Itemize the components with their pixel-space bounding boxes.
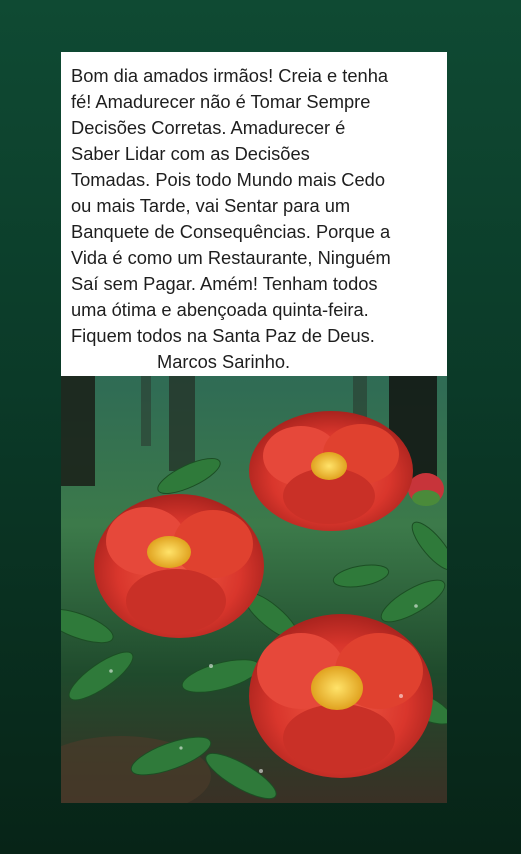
peony-top — [249, 411, 413, 531]
message-line: fé! Amadurecer não é Tomar Sempre — [71, 91, 371, 112]
message-line: Decisões Corretas. Amadurecer é — [71, 117, 346, 138]
peony-illustration — [61, 376, 447, 803]
message-line: Saí sem Pagar. Amém! Tenham todos — [71, 273, 378, 294]
signature: Marcos Sarinho. — [157, 351, 291, 372]
message-line: ou mais Tarde, vai Sentar para um — [71, 195, 351, 216]
message-panel: Bom dia amados irmãos! Creia e tenha fé!… — [61, 52, 447, 376]
story-screen: { "post": { "message_lines": [ "Bom dia … — [0, 0, 521, 854]
message-line: Saber Lidar com as Decisões — [71, 143, 310, 164]
message-line: Tomadas. Pois todo Mundo mais Cedo — [71, 169, 385, 190]
message-line: Vida é como um Restaurante, Ninguém — [71, 247, 391, 268]
peony-photo — [61, 376, 447, 803]
post-card: Bom dia amados irmãos! Creia e tenha fé!… — [61, 52, 447, 803]
message-line: uma ótima e abençoada quinta-feira. — [71, 299, 369, 320]
peony-bottom — [249, 614, 433, 778]
message-line: Fiquem todos na Santa Paz de Deus. — [71, 325, 375, 346]
message-line: Bom dia amados irmãos! Creia e tenha — [71, 65, 389, 86]
message-line: Banquete de Consequências. Porque a — [71, 221, 391, 242]
peony-left — [94, 494, 264, 638]
